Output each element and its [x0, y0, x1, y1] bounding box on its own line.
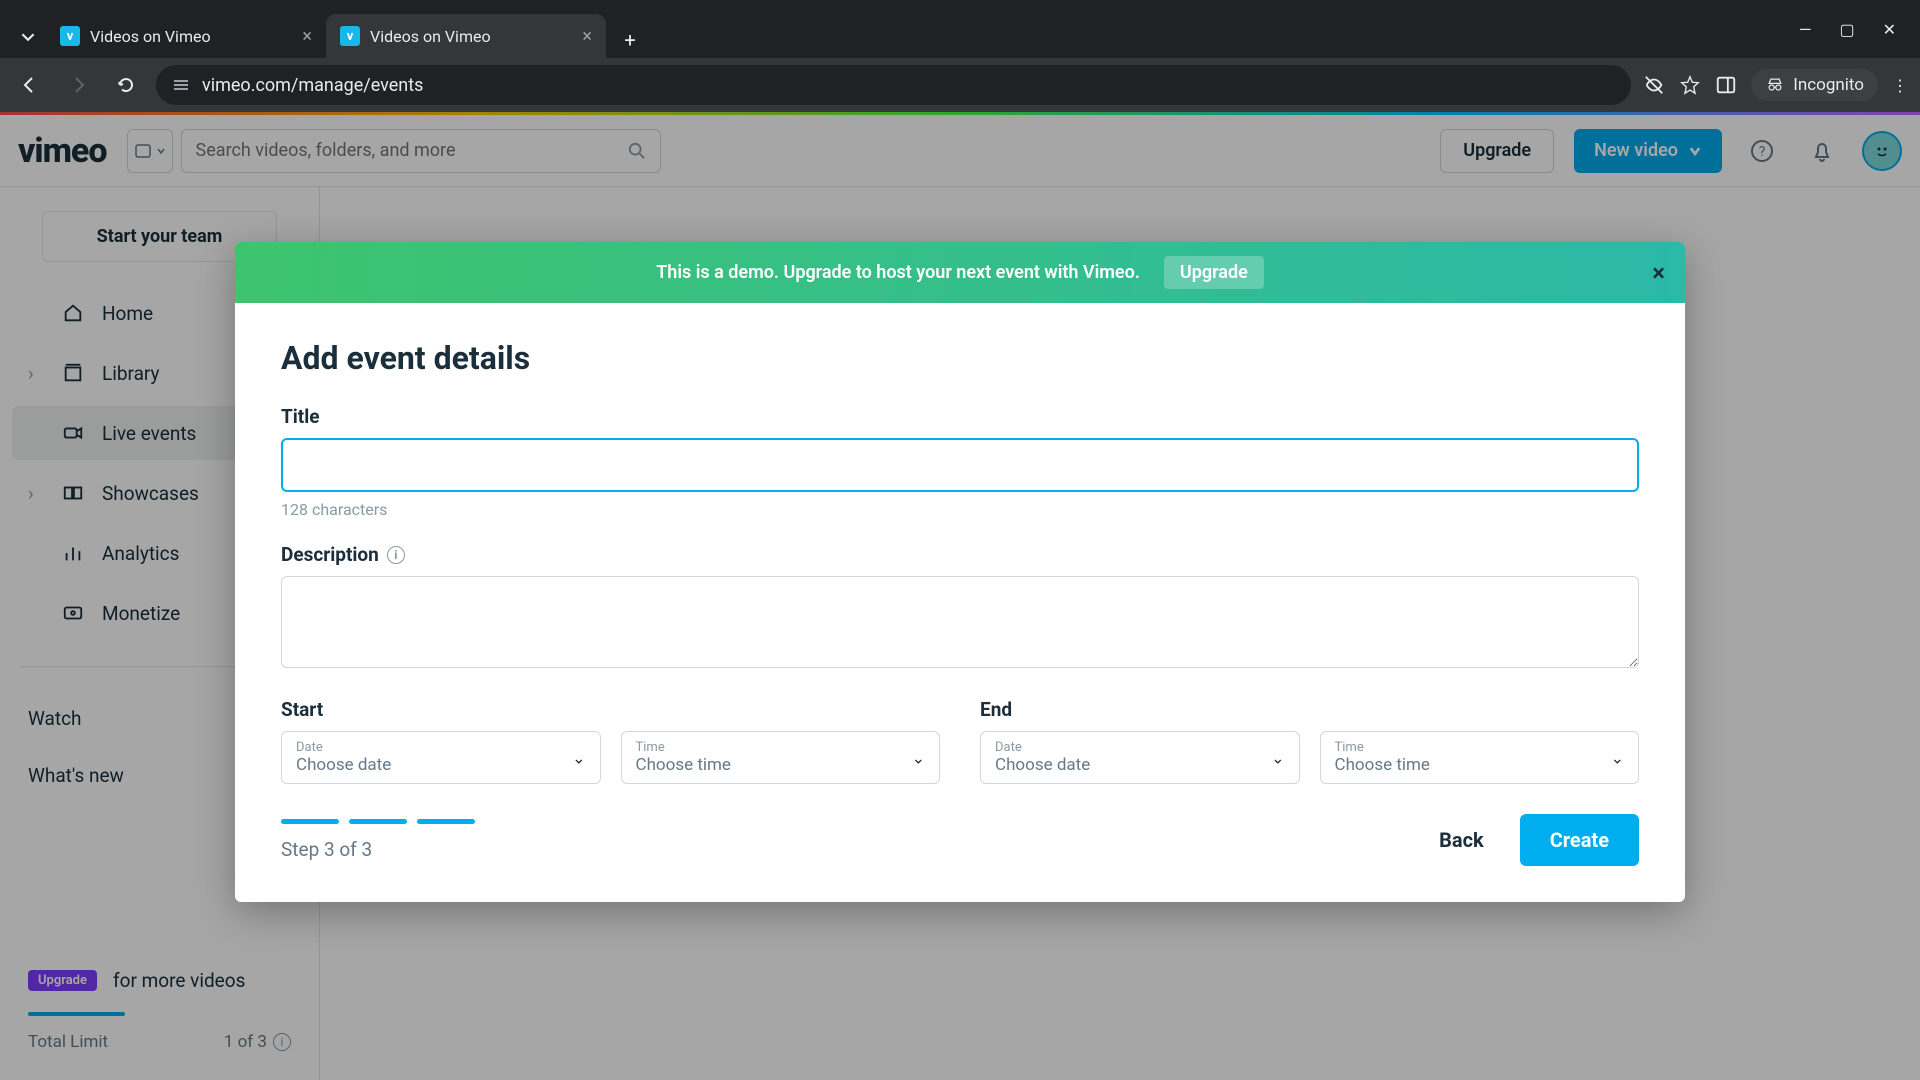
end-time-picker[interactable]: Time Choose time ⌄	[1320, 731, 1640, 784]
end-label: End	[980, 698, 1639, 721]
app-root: vimeo Upgrade New video ?	[0, 112, 1920, 1080]
site-settings-icon[interactable]	[172, 76, 190, 94]
step-text: Step 3 of 3	[281, 838, 475, 861]
url-text: vimeo.com/manage/events	[202, 75, 423, 96]
maximize-icon[interactable]: ▢	[1839, 20, 1854, 39]
forward-button[interactable]	[60, 67, 96, 103]
picker-caption: Time	[636, 740, 926, 755]
picker-caption: Date	[995, 740, 1285, 755]
browser-toolbar: vimeo.com/manage/events Incognito ⋮	[0, 58, 1920, 112]
chevron-down-icon: ⌄	[572, 748, 585, 767]
tab-title: Videos on Vimeo	[370, 27, 491, 46]
picker-value: Choose time	[636, 755, 926, 775]
minimize-icon[interactable]: —	[1799, 20, 1812, 39]
incognito-icon	[1765, 75, 1785, 95]
side-panel-icon[interactable]	[1715, 74, 1737, 96]
start-date-picker[interactable]: Date Choose date ⌄	[281, 731, 601, 784]
char-count-hint: 128 characters	[281, 500, 1639, 519]
demo-banner: This is a demo. Upgrade to host your nex…	[235, 242, 1685, 303]
description-label-text: Description	[281, 543, 379, 566]
bookmark-star-icon[interactable]	[1679, 74, 1701, 96]
incognito-badge[interactable]: Incognito	[1751, 69, 1878, 101]
create-button[interactable]: Create	[1520, 814, 1639, 866]
tab-search-dropdown[interactable]	[10, 16, 46, 58]
chevron-down-icon: ⌄	[1611, 748, 1624, 767]
incognito-label: Incognito	[1793, 75, 1864, 95]
close-icon[interactable]: ×	[1652, 259, 1665, 287]
reload-button[interactable]	[108, 67, 144, 103]
browser-tab-strip: v Videos on Vimeo × v Videos on Vimeo × …	[0, 0, 1920, 58]
back-button[interactable]: Back	[1439, 828, 1484, 852]
banner-upgrade-button[interactable]: Upgrade	[1164, 256, 1264, 289]
browser-tab[interactable]: v Videos on Vimeo ×	[326, 14, 606, 58]
info-icon[interactable]: i	[387, 546, 405, 564]
close-icon[interactable]: ×	[582, 26, 592, 47]
close-icon[interactable]: ×	[302, 26, 312, 47]
title-label: Title	[281, 405, 1639, 428]
banner-text: This is a demo. Upgrade to host your nex…	[656, 262, 1140, 283]
back-button[interactable]	[12, 67, 48, 103]
address-bar[interactable]: vimeo.com/manage/events	[156, 65, 1631, 105]
chevron-down-icon: ⌄	[1271, 748, 1284, 767]
browser-tab[interactable]: v Videos on Vimeo ×	[46, 14, 326, 58]
modal-overlay: This is a demo. Upgrade to host your nex…	[0, 112, 1920, 1080]
step-indicator	[281, 819, 475, 824]
picker-value: Choose time	[1335, 755, 1625, 775]
chevron-down-icon: ⌄	[912, 748, 925, 767]
vimeo-favicon-icon: v	[340, 26, 360, 46]
title-input[interactable]	[281, 438, 1639, 492]
tab-title: Videos on Vimeo	[90, 27, 211, 46]
picker-caption: Time	[1335, 740, 1625, 755]
menu-kebab-icon[interactable]: ⋮	[1892, 76, 1908, 95]
picker-value: Choose date	[995, 755, 1285, 775]
new-tab-button[interactable]: +	[612, 22, 648, 58]
picker-caption: Date	[296, 740, 586, 755]
modal-title: Add event details	[281, 339, 1639, 377]
start-label: Start	[281, 698, 940, 721]
start-time-picker[interactable]: Time Choose time ⌄	[621, 731, 941, 784]
event-details-modal: This is a demo. Upgrade to host your nex…	[235, 242, 1685, 902]
picker-value: Choose date	[296, 755, 586, 775]
eye-off-icon[interactable]	[1643, 74, 1665, 96]
vimeo-favicon-icon: v	[60, 26, 80, 46]
description-label: Description i	[281, 543, 1639, 566]
end-date-picker[interactable]: Date Choose date ⌄	[980, 731, 1300, 784]
close-window-icon[interactable]: ✕	[1883, 20, 1896, 39]
description-input[interactable]	[281, 576, 1639, 668]
